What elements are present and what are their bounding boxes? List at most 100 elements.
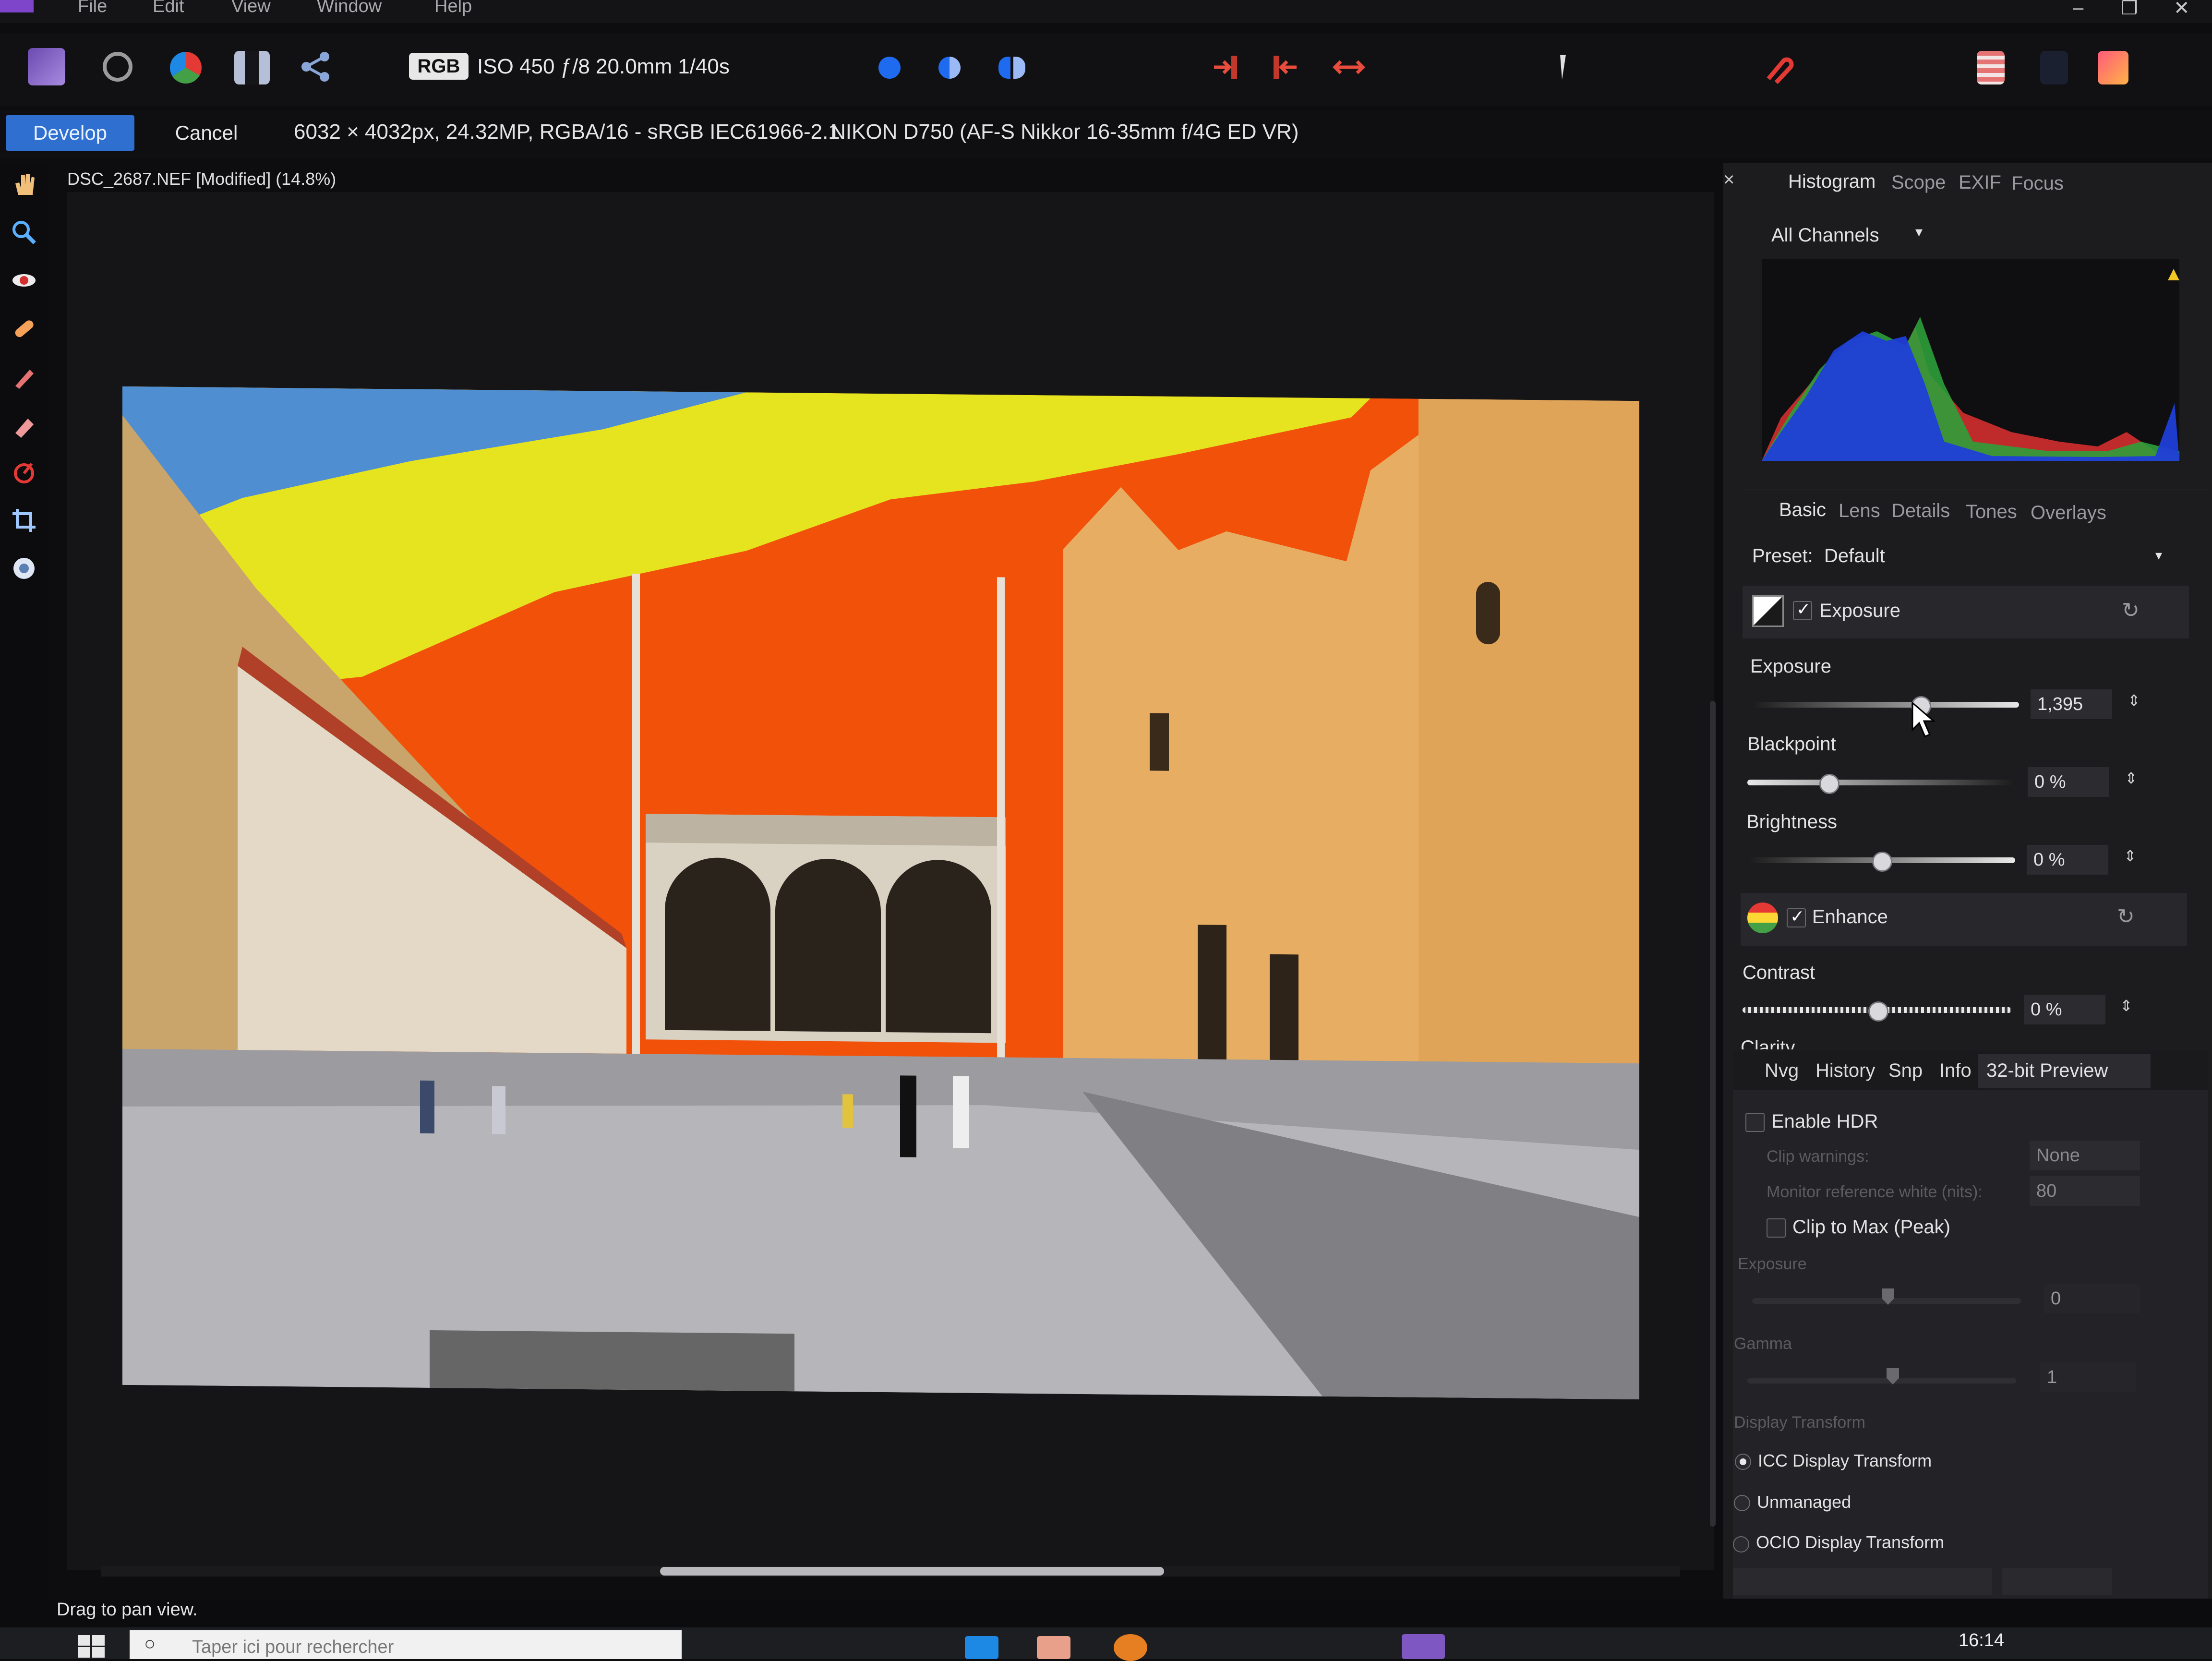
blackpoint-slider-track[interactable] (1747, 780, 2016, 785)
blackpoint-value-field[interactable]: 0 % (2028, 767, 2109, 797)
horizontal-scrollbar[interactable] (101, 1566, 1680, 1577)
enhance-section-icon (1747, 903, 1778, 933)
channel-select[interactable]: All Channels (1771, 225, 1879, 246)
menu-view[interactable]: View (231, 0, 271, 17)
red-eye-tool-icon[interactable] (1762, 53, 1795, 84)
blackpoint-stepper-icon[interactable]: ⇕ (2125, 769, 2138, 787)
exposure-stepper-icon[interactable]: ⇕ (2128, 691, 2140, 710)
align-right-icon[interactable] (1212, 54, 1241, 81)
tab-exif[interactable]: EXIF (1959, 172, 2001, 193)
close-panel-icon[interactable]: × (1723, 169, 1734, 191)
tab-basic[interactable]: Basic (1779, 499, 1826, 521)
icc-transform-radio[interactable] (1735, 1454, 1751, 1470)
tab-navigator[interactable]: Nvg (1765, 1060, 1799, 1082)
brightness-stepper-icon[interactable]: ⇕ (2124, 847, 2137, 865)
taskbar-app-icon[interactable] (1037, 1636, 1070, 1659)
crop-tool-icon[interactable] (11, 507, 37, 534)
tab-focus[interactable]: Focus (2011, 173, 2064, 194)
align-both-icon[interactable] (1332, 54, 1366, 81)
view-before-icon[interactable] (878, 57, 901, 79)
preset-select[interactable]: Default (1824, 545, 1885, 567)
exposure-value-field[interactable]: 1,395 (2031, 689, 2112, 719)
develop-button[interactable]: Develop (6, 115, 134, 151)
persona-develop-icon[interactable] (170, 52, 202, 84)
menu-window[interactable]: Window (317, 0, 382, 17)
overlay-gradient-icon[interactable] (11, 459, 37, 486)
tab-overlays[interactable]: Overlays (2031, 502, 2106, 524)
assistant-icon[interactable] (1977, 51, 2005, 84)
persona-tonemap-icon[interactable] (234, 51, 270, 84)
tab-scope[interactable]: Scope (1891, 172, 1946, 193)
menu-help[interactable]: Help (434, 0, 472, 17)
channel-dropdown-icon[interactable]: ▾ (1915, 224, 1923, 241)
exposure-slider-track[interactable] (1750, 702, 2019, 708)
blemish-tool-icon[interactable] (11, 315, 37, 342)
tab-lens[interactable]: Lens (1839, 500, 1880, 522)
view-mirror-icon[interactable] (998, 57, 1025, 79)
white-balance-tool-icon[interactable] (11, 555, 37, 582)
windows-start-icon[interactable] (77, 1634, 106, 1658)
tab-tones[interactable]: Tones (1966, 501, 2017, 523)
overlay-paint-icon[interactable] (11, 363, 37, 390)
red-eye-icon[interactable] (11, 267, 37, 294)
clarity-label: Clarity (1741, 1037, 1795, 1049)
tab-histogram[interactable]: Histogram (1788, 171, 1875, 193)
menu-edit[interactable]: Edit (153, 0, 184, 17)
unmanaged-radio[interactable] (1734, 1495, 1750, 1511)
taskbar-search[interactable]: ○ Taper ici pour rechercher (130, 1630, 682, 1659)
gamma-field[interactable]: 1 (2040, 1362, 2136, 1392)
macro-icon[interactable] (2098, 51, 2128, 84)
tab-info[interactable]: Info (1939, 1060, 1972, 1082)
minimize-icon[interactable]: – (2073, 0, 2083, 19)
menu-file[interactable]: File (78, 0, 107, 17)
vertical-scrollbar[interactable] (1710, 701, 1716, 1527)
brightness-slider-knob[interactable] (1872, 852, 1892, 872)
cancel-button[interactable]: Cancel (144, 115, 269, 151)
maximize-icon[interactable]: ❐ (2121, 0, 2138, 19)
exposure-enabled-checkbox[interactable] (1793, 599, 1812, 620)
ocio-transform-label: OCIO Display Transform (1756, 1532, 1945, 1552)
blackpoint-slider-knob[interactable] (1819, 774, 1839, 794)
enhance-enabled-checkbox[interactable] (1787, 906, 1806, 927)
preset-dropdown-icon[interactable]: ▾ (2155, 547, 2162, 563)
hdr-exposure-field[interactable]: 0 (2044, 1284, 2140, 1313)
overlay-erase-icon[interactable] (11, 411, 37, 438)
taskbar-app-icon[interactable] (1114, 1634, 1147, 1661)
horizontal-scroll-thumb[interactable] (660, 1567, 1164, 1576)
app-logo-icon (0, 0, 34, 12)
enable-hdr-label: Enable HDR (1771, 1111, 1878, 1132)
reset-enhance-icon[interactable]: ↻ (2117, 904, 2135, 929)
photo-illustration (122, 386, 1639, 1400)
gamma-slider-track[interactable] (1747, 1378, 2016, 1384)
persona-liquify-icon[interactable] (103, 52, 132, 82)
persona-photo-icon[interactable] (28, 48, 65, 85)
contrast-value-field[interactable]: 0 % (2024, 995, 2105, 1024)
align-left-icon[interactable] (1270, 54, 1298, 81)
tab-32bit-preview[interactable]: 32-bit Preview (1986, 1060, 2108, 1082)
ocio-config-select[interactable] (1733, 1568, 1992, 1595)
photo-preview[interactable] (122, 386, 1639, 1400)
white-balance-picker-icon[interactable] (1555, 53, 1570, 82)
zoom-tool-icon[interactable] (11, 219, 37, 246)
reset-exposure-icon[interactable]: ↻ (2122, 598, 2140, 623)
contrast-slider-knob[interactable] (1868, 1001, 1888, 1022)
taskbar-affinity-icon[interactable] (1402, 1634, 1445, 1659)
enable-hdr-checkbox[interactable] (1745, 1113, 1765, 1132)
right-panel: × Histogram Scope EXIF Focus All Channel… (1723, 163, 2212, 1613)
ocio-transform-radio[interactable] (1733, 1536, 1749, 1553)
tab-details[interactable]: Details (1891, 500, 1950, 522)
contrast-stepper-icon[interactable]: ⇕ (2120, 997, 2133, 1015)
hand-tool-icon[interactable] (11, 171, 37, 198)
persona-export-icon[interactable] (299, 50, 332, 84)
clip-to-max-checkbox[interactable] (1767, 1218, 1786, 1238)
close-window-icon[interactable]: ✕ (2174, 0, 2190, 19)
taskbar-app-icon[interactable] (965, 1636, 998, 1659)
monitor-white-field[interactable]: 80 (2030, 1176, 2140, 1206)
brightness-value-field[interactable]: 0 % (2027, 845, 2108, 875)
clip-warnings-select[interactable]: None (2030, 1141, 2140, 1170)
snapping-icon[interactable] (2040, 51, 2068, 84)
tab-history[interactable]: History (1815, 1060, 1875, 1082)
ocio-view-select[interactable] (2002, 1568, 2112, 1595)
view-split-icon[interactable] (938, 57, 961, 79)
tab-snapshots[interactable]: Snp (1888, 1060, 1923, 1082)
